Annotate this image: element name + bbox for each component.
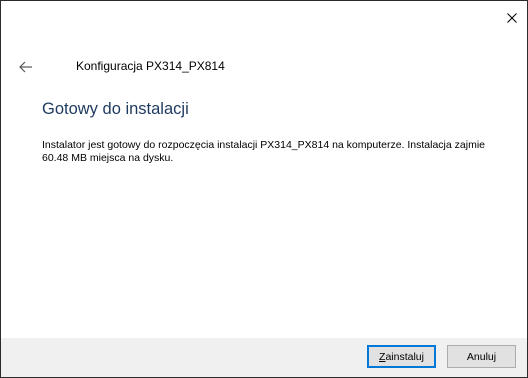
navigation-row: Konfiguracja PX314_PX814 — [1, 55, 527, 79]
install-label: ainstaluj — [385, 350, 424, 363]
close-icon — [507, 13, 517, 23]
setup-title: Konfiguracja PX314_PX814 — [76, 59, 225, 73]
install-button[interactable]: Zainstaluj — [367, 345, 436, 368]
page-heading: Gotowy do instalacji — [42, 100, 189, 118]
cancel-button[interactable]: Anuluj — [447, 345, 516, 368]
title-bar — [1, 1, 527, 35]
install-description: Instalator jest gotowy do rozpoczęcia in… — [42, 139, 485, 164]
back-button[interactable] — [15, 57, 37, 77]
close-button[interactable] — [497, 1, 527, 35]
button-bar: Zainstaluj Anuluj — [1, 338, 527, 377]
installer-window: Konfiguracja PX314_PX814 Gotowy do insta… — [0, 0, 528, 378]
back-arrow-icon — [19, 61, 32, 73]
